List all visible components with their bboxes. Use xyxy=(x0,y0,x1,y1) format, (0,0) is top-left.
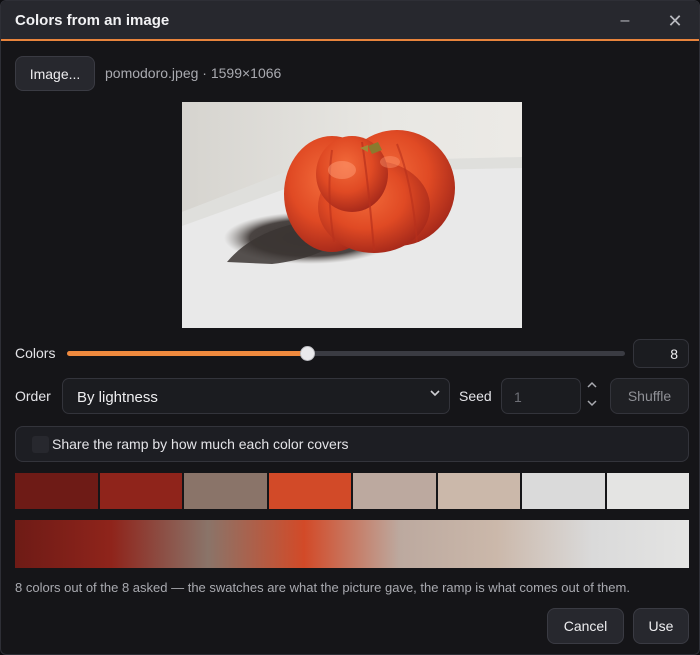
seed-label: Seed xyxy=(459,388,492,404)
color-swatch xyxy=(184,473,267,509)
order-selected-value: By lightness xyxy=(77,389,158,406)
seed-decrement-button[interactable] xyxy=(586,397,598,412)
colors-count-field[interactable]: 8 xyxy=(633,339,689,368)
image-preview xyxy=(182,102,522,328)
chevron-up-icon xyxy=(587,381,597,388)
color-swatch xyxy=(15,473,98,509)
result-footnote: 8 colors out of the 8 asked — the swatch… xyxy=(15,580,630,595)
colors-slider-fill xyxy=(67,351,307,356)
shuffle-button[interactable]: Shuffle xyxy=(610,378,689,414)
chevron-down-icon xyxy=(429,387,441,402)
cancel-button[interactable]: Cancel xyxy=(547,608,624,644)
share-ramp-label: Share the ramp by how much each color co… xyxy=(52,436,349,452)
seed-increment-button[interactable] xyxy=(586,379,598,394)
choose-image-button[interactable]: Image... xyxy=(15,56,95,91)
colors-slider-thumb[interactable] xyxy=(299,346,315,361)
minimize-icon: – xyxy=(620,12,630,29)
colors-slider[interactable] xyxy=(67,346,625,361)
color-swatch xyxy=(268,473,351,509)
color-swatch xyxy=(606,473,689,509)
use-button[interactable]: Use xyxy=(633,608,689,644)
minimize-button[interactable]: – xyxy=(611,7,639,35)
dialog-window: Colors from an image – ✕ Image... pomodo… xyxy=(0,0,700,655)
order-select[interactable]: By lightness xyxy=(62,378,450,414)
close-button[interactable]: ✕ xyxy=(661,7,689,35)
share-ramp-option[interactable]: Share the ramp by how much each color co… xyxy=(15,426,689,462)
title-bar: Colors from an image – ✕ xyxy=(1,1,699,41)
seed-field[interactable]: 1 xyxy=(501,378,581,414)
color-swatch xyxy=(99,473,182,509)
close-icon: ✕ xyxy=(667,10,683,31)
color-swatch xyxy=(353,473,436,509)
color-ramp xyxy=(15,520,689,568)
tomato-photo xyxy=(182,102,522,328)
color-swatch xyxy=(437,473,520,509)
dialog-title: Colors from an image xyxy=(15,12,170,29)
file-info: pomodoro.jpeg · 1599×1066 xyxy=(105,65,282,81)
color-swatch xyxy=(522,473,605,509)
swatch-strip xyxy=(15,473,689,509)
colors-label: Colors xyxy=(15,345,56,361)
chevron-down-icon xyxy=(587,400,597,407)
share-ramp-checkbox[interactable] xyxy=(32,436,49,453)
order-label: Order xyxy=(15,388,51,404)
